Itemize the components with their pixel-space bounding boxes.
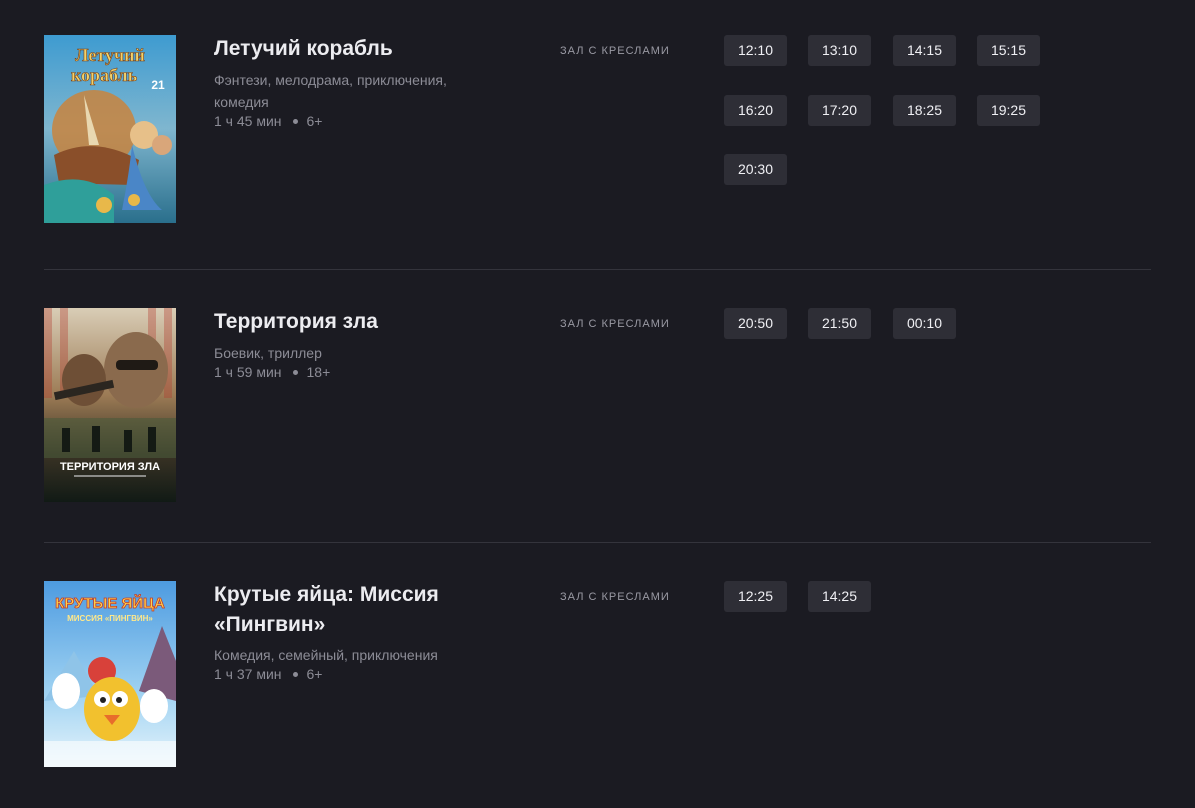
showtime-button[interactable]: 19:25 <box>977 95 1040 126</box>
svg-text:КРУТЫЕ ЯЙЦА: КРУТЫЕ ЯЙЦА <box>55 594 165 612</box>
separator-dot <box>292 369 298 375</box>
hall-label: ЗАЛ С КРЕСЛАМИ <box>560 45 670 57</box>
movie-duration: 1 ч 45 мин <box>214 113 282 129</box>
showtime-button[interactable]: 18:25 <box>893 95 956 126</box>
separator-dot <box>292 118 298 124</box>
movie-meta: 1 ч 37 мин 6+ <box>214 665 322 683</box>
movie-title[interactable]: Крутые яйца: Миссия «Пингвин» <box>214 580 504 640</box>
movie-poster[interactable]: Летучий корабль 21 <box>44 35 176 223</box>
movie-genres: Фэнтези, мелодрама, приключения, комедия <box>214 72 447 110</box>
svg-text:21: 21 <box>151 78 165 92</box>
svg-text:МИССИЯ «ПИНГВИН»: МИССИЯ «ПИНГВИН» <box>67 614 153 623</box>
movie-age-rating: 18+ <box>306 364 331 380</box>
divider <box>44 269 1151 270</box>
svg-text:Летучий: Летучий <box>75 45 145 65</box>
movie-poster[interactable]: ТЕРРИТОРИЯ ЗЛА <box>44 308 176 502</box>
showtime-button[interactable]: 20:30 <box>724 154 787 185</box>
svg-text:ТЕРРИТОРИЯ ЗЛА: ТЕРРИТОРИЯ ЗЛА <box>60 461 160 473</box>
hall-label: ЗАЛ С КРЕСЛАМИ <box>560 318 670 330</box>
showtime-button[interactable]: 21:50 <box>808 308 871 339</box>
svg-text:корабль: корабль <box>71 65 138 85</box>
separator-dot <box>292 671 298 677</box>
showtime-button[interactable]: 13:10 <box>808 35 871 66</box>
hall-label: ЗАЛ С КРЕСЛАМИ <box>560 591 670 603</box>
showtime-button[interactable]: 14:15 <box>893 35 956 66</box>
movie-genres: Комедия, семейный, приключения <box>214 647 438 663</box>
showtime-button[interactable]: 20:50 <box>724 308 787 339</box>
movie-age-rating: 6+ <box>306 666 323 682</box>
showtime-button[interactable]: 12:10 <box>724 35 787 66</box>
showtime-button[interactable]: 00:10 <box>893 308 956 339</box>
movie-poster[interactable]: КРУТЫЕ ЯЙЦА МИССИЯ «ПИНГВИН» <box>44 581 176 767</box>
movie-age-rating: 6+ <box>306 113 323 129</box>
movie-title[interactable]: Территория зла <box>214 307 504 337</box>
showtime-button[interactable]: 12:25 <box>724 581 787 612</box>
movie-title[interactable]: Летучий корабль <box>214 34 504 64</box>
movie-meta: 1 ч 59 мин 18+ <box>214 363 330 381</box>
showtime-button[interactable]: 14:25 <box>808 581 871 612</box>
movie-duration: 1 ч 59 мин <box>214 364 282 380</box>
showtime-button[interactable]: 15:15 <box>977 35 1040 66</box>
movie-duration: 1 ч 37 мин <box>214 666 282 682</box>
movie-meta: 1 ч 45 мин 6+ <box>214 112 322 130</box>
divider <box>44 542 1151 543</box>
showtime-button[interactable]: 17:20 <box>808 95 871 126</box>
movie-genres: Боевик, триллер <box>214 345 322 361</box>
showtime-button[interactable]: 16:20 <box>724 95 787 126</box>
